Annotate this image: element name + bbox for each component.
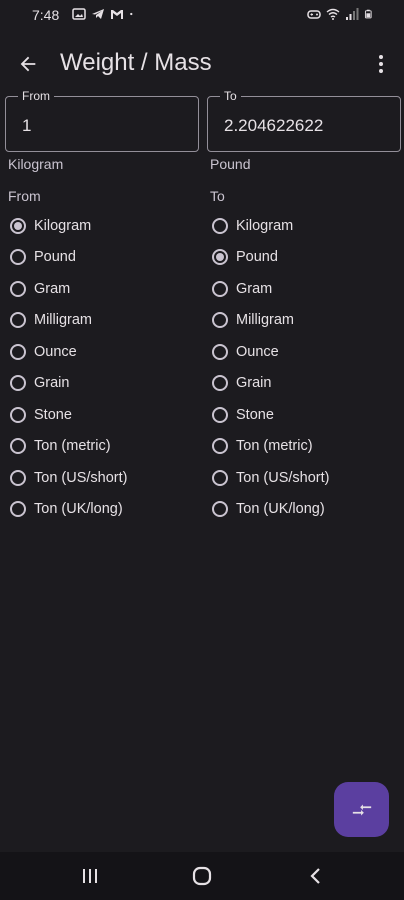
to-field[interactable]: To — [207, 89, 401, 152]
radio-unchecked-icon[interactable] — [10, 469, 26, 486]
to-input[interactable] — [222, 115, 396, 137]
radio-label: Stone — [236, 406, 274, 423]
from-heading: From — [8, 188, 41, 204]
to-unit-option[interactable]: Gram — [209, 273, 399, 305]
radio-unchecked-icon[interactable] — [212, 501, 228, 518]
radio-unchecked-icon[interactable] — [212, 343, 228, 360]
radio-label: Kilogram — [34, 217, 92, 234]
battery-icon — [364, 9, 372, 19]
swap-button[interactable] — [334, 782, 389, 837]
from-unit-option[interactable]: Grain — [7, 368, 197, 400]
radio-label: Milligram — [236, 312, 294, 329]
radio-label: Kilogram — [236, 217, 294, 234]
signal-icon — [346, 8, 359, 20]
radio-label: Pound — [34, 249, 76, 266]
radio-checked-icon[interactable] — [10, 217, 26, 234]
notification-icons — [72, 8, 137, 20]
home-icon — [192, 866, 212, 886]
system-nav-bar — [0, 852, 404, 900]
from-unit-option[interactable]: Gram — [7, 273, 197, 305]
from-unit-option[interactable]: Pound — [7, 242, 197, 274]
from-unit-radio-group: Kilogram Pound Gram Milligram Ounce Grain Ston… — [7, 210, 197, 525]
from-unit-name: Kilogram — [8, 156, 64, 172]
from-unit-option[interactable]: Ton (UK/long) — [7, 494, 197, 526]
from-unit-option[interactable]: Stone — [7, 399, 197, 431]
radio-label: Grain — [34, 375, 70, 392]
nav-back-button[interactable] — [302, 864, 330, 888]
to-unit-option[interactable]: Stone — [209, 399, 399, 431]
radio-unchecked-icon[interactable] — [10, 375, 26, 392]
to-unit-radio-group: Kilogram Pound Gram Milligram Ounce Grain Ston… — [209, 210, 399, 525]
overflow-menu-button[interactable] — [366, 46, 396, 82]
radio-checked-icon[interactable] — [212, 249, 228, 266]
radio-unchecked-icon[interactable] — [212, 280, 228, 297]
to-unit-option[interactable]: Ounce — [209, 336, 399, 368]
radio-unchecked-icon[interactable] — [212, 312, 228, 329]
radio-label: Ounce — [236, 343, 279, 360]
from-field-label: From — [18, 89, 54, 103]
from-unit-option[interactable]: Ton (US/short) — [7, 462, 197, 494]
to-unit-option[interactable]: Milligram — [209, 305, 399, 337]
swap-icon — [352, 804, 371, 815]
from-unit-option[interactable]: Kilogram — [7, 210, 197, 242]
radio-label: Ton (US/short) — [34, 469, 128, 486]
radio-unchecked-icon[interactable] — [10, 343, 26, 360]
nav-back-icon — [310, 868, 320, 884]
radio-label: Gram — [34, 280, 71, 297]
to-unit-option[interactable]: Ton (UK/long) — [209, 494, 399, 526]
gmail-icon — [111, 10, 123, 19]
from-input[interactable] — [20, 115, 194, 137]
radio-unchecked-icon[interactable] — [10, 280, 26, 297]
recents-icon — [83, 869, 97, 883]
home-button[interactable] — [188, 864, 216, 888]
back-button[interactable] — [10, 46, 46, 82]
radio-label: Ton (UK/long) — [236, 501, 325, 518]
radio-label: Pound — [236, 249, 278, 266]
radio-label: Gram — [236, 280, 273, 297]
arrow-back-icon — [20, 56, 36, 72]
telegram-icon — [92, 9, 104, 19]
from-unit-option[interactable]: Milligram — [7, 305, 197, 337]
radio-unchecked-icon[interactable] — [212, 375, 228, 392]
radio-unchecked-icon[interactable] — [10, 501, 26, 518]
radio-unchecked-icon[interactable] — [212, 406, 228, 423]
recents-button[interactable] — [76, 864, 104, 888]
dot-icon — [130, 12, 133, 16]
more-vert-icon — [379, 55, 383, 73]
radio-unchecked-icon[interactable] — [212, 217, 228, 234]
to-unit-option[interactable]: Ton (US/short) — [209, 462, 399, 494]
radio-label: Ton (US/short) — [236, 469, 330, 486]
to-field-label: To — [220, 89, 241, 103]
page-title: Weight / Mass — [60, 49, 212, 76]
radio-label: Ton (metric) — [34, 438, 111, 455]
to-unit-option[interactable]: Kilogram — [209, 210, 399, 242]
to-unit-option[interactable]: Ton (metric) — [209, 431, 399, 463]
system-icons — [307, 8, 374, 20]
radio-unchecked-icon[interactable] — [10, 312, 26, 329]
from-field[interactable]: From — [5, 89, 199, 152]
radio-label: Ton (metric) — [236, 438, 313, 455]
radio-unchecked-icon[interactable] — [212, 469, 228, 486]
from-unit-option[interactable]: Ton (metric) — [7, 431, 197, 463]
gamepad-icon — [307, 10, 321, 19]
to-heading: To — [210, 188, 225, 204]
radio-label: Ounce — [34, 343, 77, 360]
wifi-icon — [326, 8, 340, 20]
to-unit-option[interactable]: Pound — [209, 242, 399, 274]
photo-icon — [72, 8, 86, 20]
radio-unchecked-icon[interactable] — [10, 406, 26, 423]
to-unit-option[interactable]: Grain — [209, 368, 399, 400]
radio-label: Grain — [236, 375, 272, 392]
app-bar: Weight / Mass — [0, 36, 404, 92]
radio-unchecked-icon[interactable] — [10, 249, 26, 266]
radio-unchecked-icon[interactable] — [212, 438, 228, 455]
to-unit-name: Pound — [210, 156, 251, 172]
status-bar: 7:48 — [0, 0, 404, 32]
from-unit-option[interactable]: Ounce — [7, 336, 197, 368]
radio-label: Ton (UK/long) — [34, 501, 123, 518]
radio-label: Stone — [34, 406, 72, 423]
radio-label: Milligram — [34, 312, 92, 329]
radio-unchecked-icon[interactable] — [10, 438, 26, 455]
status-time: 7:48 — [32, 7, 60, 23]
